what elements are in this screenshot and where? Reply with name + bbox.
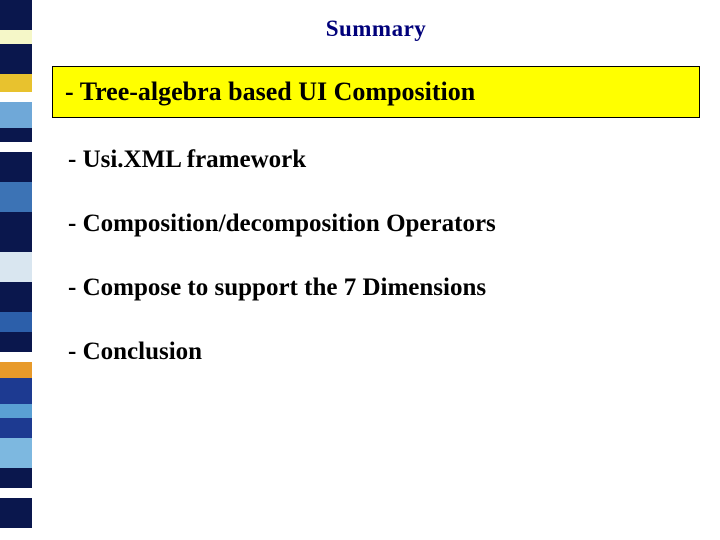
list-item: - Tree-algebra based UI Composition	[52, 66, 700, 118]
sidebar-segment	[0, 182, 32, 212]
list-item: - Usi.XML framework	[62, 146, 690, 174]
item-text: Compose to support the 7 Dimensions	[76, 274, 486, 301]
sidebar-segment	[0, 362, 32, 378]
decorative-sidebar	[0, 0, 32, 540]
sidebar-segment	[0, 142, 32, 152]
sidebar-segment	[0, 488, 32, 498]
sidebar-segment	[0, 312, 32, 332]
sidebar-segment	[0, 74, 32, 92]
sidebar-segment	[0, 0, 32, 30]
sidebar-segment	[0, 152, 32, 182]
item-text: Conclusion	[76, 338, 202, 365]
sidebar-segment	[0, 282, 32, 312]
item-text: Usi.XML framework	[76, 146, 306, 173]
sidebar-segment	[0, 44, 32, 74]
sidebar-segment	[0, 352, 32, 362]
sidebar-segment	[0, 404, 32, 418]
slide-content: Summary - Tree-algebra based UI Composit…	[32, 0, 720, 540]
item-text: Composition/decomposition Operators	[76, 210, 495, 237]
bullet-dash: -	[65, 77, 74, 106]
sidebar-segment	[0, 102, 32, 128]
sidebar-segment	[0, 438, 32, 468]
sidebar-segment	[0, 128, 32, 142]
sidebar-segment	[0, 212, 32, 252]
sidebar-segment	[0, 252, 32, 282]
sidebar-segment	[0, 528, 32, 540]
sidebar-segment	[0, 498, 32, 528]
item-text: Tree-algebra based UI Composition	[74, 77, 476, 106]
sidebar-segment	[0, 418, 32, 438]
list-item: - Compose to support the 7 Dimensions	[62, 274, 690, 302]
bullet-list: - Tree-algebra based UI Composition - Usi…	[62, 66, 690, 366]
slide-title: Summary	[62, 16, 690, 42]
sidebar-segment	[0, 30, 32, 44]
sidebar-segment	[0, 332, 32, 352]
sidebar-segment	[0, 378, 32, 404]
list-item: - Composition/decomposition Operators	[62, 210, 690, 238]
sidebar-segment	[0, 92, 32, 102]
sidebar-segment	[0, 468, 32, 488]
list-item: - Conclusion	[62, 338, 690, 366]
